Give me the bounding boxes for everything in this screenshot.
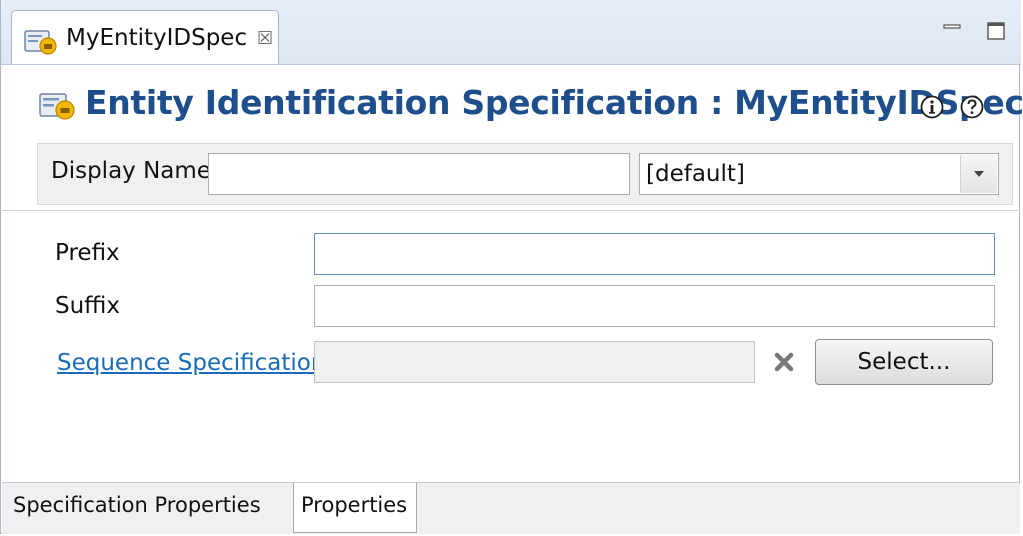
- suffix-label: Suffix: [55, 293, 121, 319]
- sequence-specification-field: [314, 341, 755, 383]
- entity-spec-icon: [24, 30, 57, 55]
- clear-icon[interactable]: [773, 351, 795, 373]
- prefix-input[interactable]: [314, 233, 995, 275]
- editor-bottom-tabs: Specification Properties Properties: [2, 482, 1020, 534]
- locale-selected-value: [default]: [646, 161, 745, 187]
- editor-tab-strip: MyEntityIDSpec ☒: [1, 0, 1021, 65]
- editor-tab-label: MyEntityIDSpec: [66, 25, 248, 51]
- display-name-group: Display Name [default]: [37, 143, 1013, 205]
- editor-tab-myentityidspec[interactable]: MyEntityIDSpec ☒: [11, 10, 279, 64]
- editor-panel: MyEntityIDSpec ☒ Entity Identification S…: [0, 0, 1023, 534]
- page-title: Entity Identification Specification : My…: [85, 83, 1023, 122]
- locale-dropdown-button[interactable]: [960, 155, 997, 193]
- close-icon[interactable]: ☒: [257, 28, 273, 49]
- select-button[interactable]: Select...: [815, 339, 993, 385]
- display-name-label: Display Name: [51, 158, 211, 184]
- minimize-icon[interactable]: [941, 20, 963, 42]
- info-icon[interactable]: [919, 94, 945, 120]
- chevron-down-icon: [974, 171, 984, 177]
- section-divider: [2, 210, 1020, 211]
- help-icon[interactable]: [959, 94, 985, 120]
- prefix-label: Prefix: [55, 240, 120, 266]
- entity-spec-icon: [39, 93, 75, 120]
- suffix-input[interactable]: [314, 285, 995, 327]
- tab-specification-properties[interactable]: Specification Properties: [9, 483, 293, 531]
- tab-properties[interactable]: Properties: [293, 483, 417, 533]
- maximize-icon[interactable]: [985, 20, 1007, 42]
- display-name-input[interactable]: [208, 153, 630, 195]
- sequence-specification-link[interactable]: Sequence Specification: [57, 350, 325, 376]
- locale-select[interactable]: [default]: [639, 153, 999, 195]
